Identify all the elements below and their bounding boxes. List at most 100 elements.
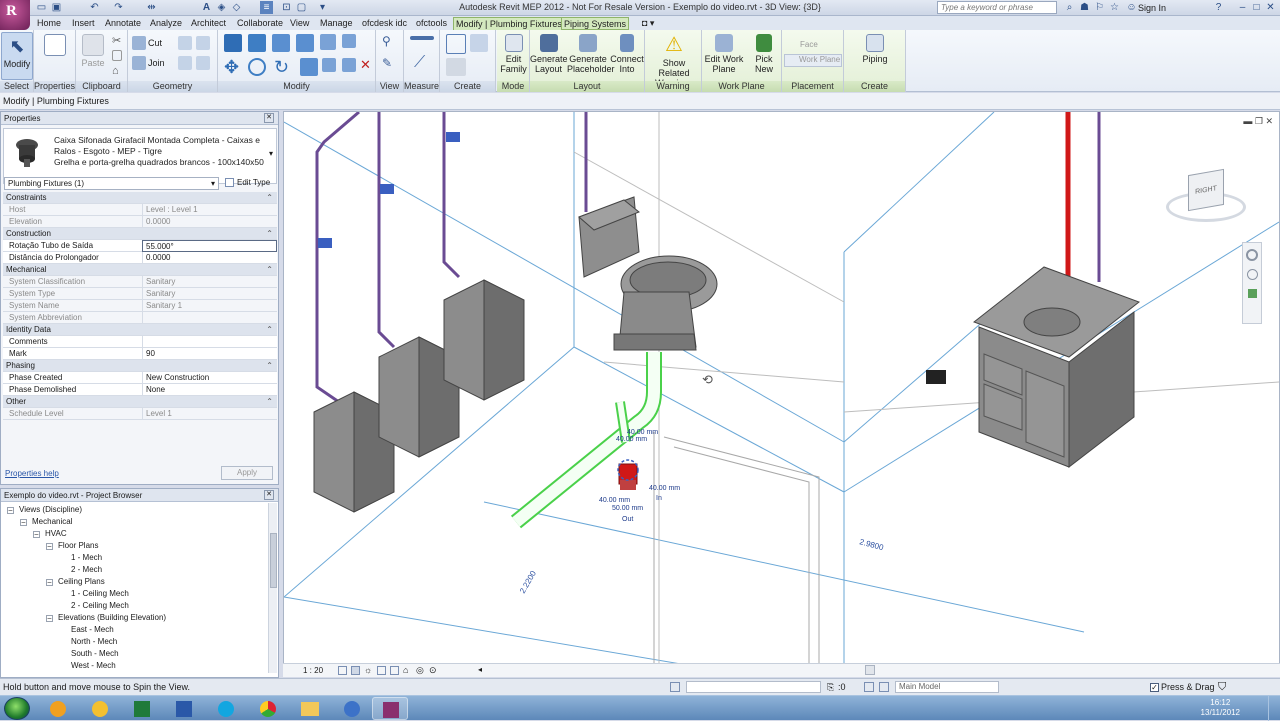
property-value[interactable]: 0.0000 <box>142 252 277 264</box>
delete-icon[interactable]: ✕ <box>360 58 374 72</box>
properties-help-link[interactable]: Properties help <box>5 469 59 478</box>
dimension-icon[interactable]: ⟋ <box>414 54 432 72</box>
array-icon[interactable] <box>322 58 336 72</box>
align-icon[interactable] <box>224 34 242 52</box>
browser-scrollbar[interactable] <box>268 503 277 673</box>
reveal-hidden-icon[interactable]: ⊙ <box>429 665 437 676</box>
generate-placeholder-button[interactable]: Generate Placeholder <box>567 32 615 80</box>
trim-icon[interactable] <box>300 58 318 76</box>
tab-architect[interactable]: Architect <box>189 17 228 30</box>
browser-tree-item[interactable]: Elevations (Building Elevation) <box>58 613 166 623</box>
piping-button[interactable]: Piping <box>856 32 894 80</box>
pin-icon[interactable] <box>342 34 356 48</box>
wall-joins-icon[interactable] <box>178 56 192 70</box>
property-value[interactable] <box>142 336 277 348</box>
paste-button[interactable]: Paste <box>78 32 108 80</box>
mirror-draw-icon[interactable] <box>296 34 314 52</box>
edit-family-button[interactable]: Edit Family <box>497 32 530 80</box>
system-clock[interactable]: 16:12 13/11/2012 <box>1201 698 1240 718</box>
create-similar-icon[interactable] <box>446 58 466 76</box>
zoom-region-icon[interactable] <box>1248 289 1257 298</box>
help-icon[interactable]: ? <box>1212 1 1225 14</box>
view-bar-scroll-left-icon[interactable]: ◂ <box>478 665 482 674</box>
taskbar-chrome-icon[interactable] <box>250 697 286 720</box>
crop-view-icon[interactable] <box>390 666 399 675</box>
apply-button[interactable]: Apply <box>221 466 273 480</box>
tab-ofcdesk[interactable]: ofcdesk idc <box>360 17 409 30</box>
hide-element-icon[interactable]: ⚲ <box>382 34 396 48</box>
view-horizontal-scroll-thumb[interactable] <box>865 665 875 675</box>
property-row[interactable]: System Name Sanitary 1 <box>3 300 277 312</box>
property-row[interactable]: Host Level : Level 1 <box>3 204 277 216</box>
ribbon-minimize-icon[interactable]: ◘ ▾ <box>640 17 656 30</box>
properties-button[interactable] <box>38 32 72 80</box>
rotate-icon[interactable]: ↻ <box>274 58 292 76</box>
tree-collapse-icon[interactable]: – <box>20 519 27 526</box>
tree-collapse-icon[interactable]: – <box>33 531 40 538</box>
tree-collapse-icon[interactable]: – <box>46 615 53 622</box>
move-icon[interactable]: ✥ <box>224 58 242 76</box>
property-value[interactable]: 55.000° <box>142 240 277 252</box>
property-value[interactable]: None <box>142 384 277 396</box>
view-scale[interactable]: 1 : 20 <box>303 666 323 675</box>
communication-icon[interactable]: ⚐ <box>1093 1 1106 14</box>
property-group[interactable]: Phasing ⌃ <box>3 360 277 372</box>
property-row[interactable]: System Classification Sanitary <box>3 276 277 288</box>
cope-icon[interactable] <box>132 36 146 50</box>
browser-scroll-thumb[interactable] <box>270 533 277 588</box>
join-geometry-icon[interactable] <box>132 56 146 70</box>
collapse-icon[interactable]: ⌃ <box>266 192 273 204</box>
property-group[interactable]: Identity Data ⌃ <box>3 324 277 336</box>
property-group[interactable]: Other ⌃ <box>3 396 277 408</box>
browser-tree-item[interactable]: 2 - Ceiling Mech <box>71 601 129 611</box>
zoom-icon[interactable] <box>1247 269 1258 280</box>
create-assembly-icon[interactable] <box>446 34 466 54</box>
visual-style-icon[interactable] <box>351 666 360 675</box>
taskbar-app-icon[interactable] <box>334 697 370 720</box>
viewcube[interactable]: RIGHT <box>1166 168 1246 232</box>
browser-tree-item[interactable]: Ceiling Plans <box>58 577 105 587</box>
app-menu-button[interactable]: R <box>0 0 30 30</box>
pick-new-button[interactable]: Pick New <box>748 32 780 80</box>
tab-insert[interactable]: Insert <box>70 17 97 30</box>
property-group[interactable]: Mechanical ⌃ <box>3 264 277 276</box>
tree-collapse-icon[interactable]: – <box>7 507 14 514</box>
detail-level-icon[interactable] <box>338 666 347 675</box>
property-row[interactable]: Phase Demolished None <box>3 384 277 396</box>
copy-icon[interactable] <box>112 50 122 61</box>
show-related-warnings-button[interactable]: ⚠ Show Related Warnings <box>648 32 700 88</box>
3d-model-canvas[interactable]: 40.00 mm 40.00 mm 40.00 mm 40.00 mm 50.0… <box>284 112 1280 677</box>
property-row[interactable]: System Abbreviation <box>3 312 277 324</box>
join-button[interactable]: Join <box>148 58 165 68</box>
view-minimize-icon[interactable]: ▬ <box>1243 116 1252 126</box>
tab-annotate[interactable]: Annotate <box>103 17 143 30</box>
taskbar-word-icon[interactable] <box>166 697 202 720</box>
property-row[interactable]: Rotação Tubo de Saída 55.000° <box>3 240 277 252</box>
shadows-icon[interactable] <box>377 666 386 675</box>
view-close-icon[interactable]: ✕ <box>1265 116 1273 126</box>
edit-type-button[interactable]: Edit Type <box>223 176 277 191</box>
tab-modify-plumbing-fixtures[interactable]: Modify | Plumbing Fixtures <box>453 17 565 30</box>
browser-tree-item[interactable]: South - Mech <box>71 649 119 659</box>
tree-collapse-icon[interactable]: – <box>46 579 53 586</box>
3d-viewport[interactable]: 40.00 mm 40.00 mm 40.00 mm 40.00 mm 50.0… <box>283 111 1280 677</box>
mirror-axis-icon[interactable] <box>272 34 290 52</box>
collapse-icon[interactable]: ⌃ <box>266 396 273 408</box>
override-graphics-icon[interactable]: ✎ <box>382 56 396 70</box>
editable-only-icon[interactable]: ⎘ <box>827 682 834 693</box>
tab-view[interactable]: View <box>288 17 311 30</box>
property-value[interactable]: 90 <box>142 348 277 360</box>
search-input[interactable]: Type a keyword or phrase <box>937 1 1057 14</box>
browser-tree-item[interactable]: East - Mech <box>71 625 114 635</box>
property-group[interactable]: Constraints ⌃ <box>3 192 277 204</box>
browser-tree-item[interactable]: North - Mech <box>71 637 117 647</box>
design-options-icon[interactable] <box>864 682 874 692</box>
face-button[interactable]: Face <box>786 40 840 52</box>
taskbar-revit-icon[interactable] <box>372 697 408 720</box>
match-icon[interactable]: ⌂ <box>112 65 126 79</box>
tab-analyze[interactable]: Analyze <box>148 17 184 30</box>
property-row[interactable]: Mark 90 <box>3 348 277 360</box>
collapse-icon[interactable]: ⌃ <box>266 264 273 276</box>
measure-distance-icon[interactable] <box>410 36 434 40</box>
edit-work-plane-button[interactable]: Edit Work Plane <box>704 32 744 80</box>
